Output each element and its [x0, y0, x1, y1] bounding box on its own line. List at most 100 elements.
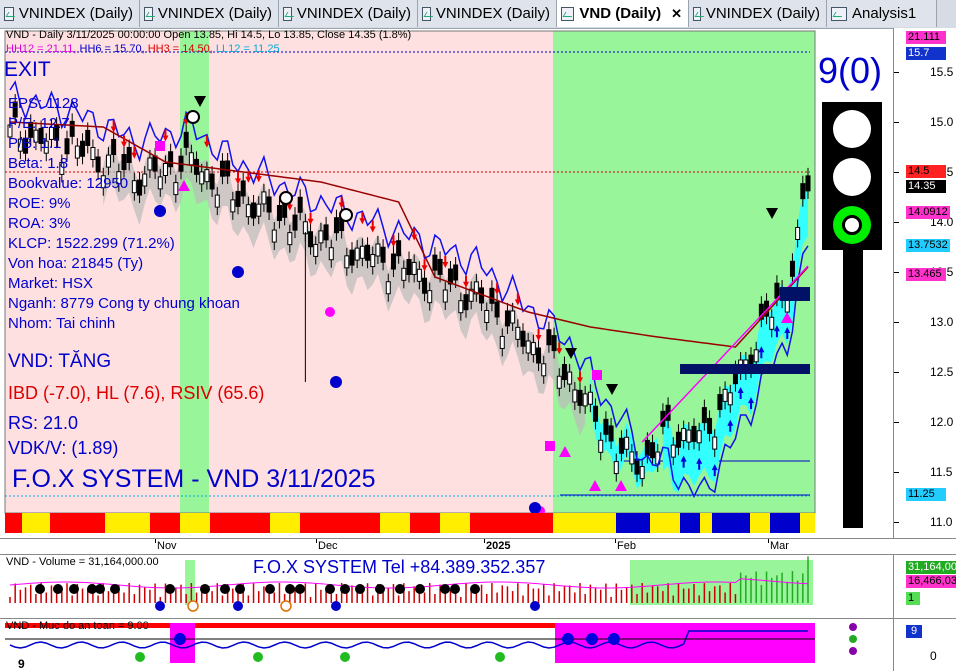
safety-tag: 9	[906, 625, 922, 638]
safety-pane[interactable]: VND - Muc do an toan = 9.00 9	[0, 618, 956, 671]
price-tag: 14.35	[906, 180, 946, 193]
safety-dot	[586, 633, 598, 645]
candle-body	[411, 261, 417, 275]
close-icon[interactable]: ✕	[671, 6, 682, 22]
price-tag: 21.111	[906, 31, 946, 44]
date-tick	[615, 539, 616, 543]
exit-label: EXIT	[4, 58, 51, 81]
tel-label: F.O.X SYSTEM Tel +84.389.352.357	[253, 557, 546, 577]
volume-pane[interactable]: VND - Volume = 31,164,000.00 F.O.X SYSTE…	[0, 554, 956, 619]
candle-body	[629, 451, 635, 465]
candle-body	[691, 425, 697, 442]
candle-body	[608, 425, 614, 442]
volume-dot	[355, 584, 365, 594]
price-pane[interactable]: VND - Daily 3/11/2025 00:00:00 Open 13.8…	[0, 28, 956, 538]
candle-body	[530, 342, 536, 356]
candle-body	[499, 335, 505, 349]
safety-axis-zero: 0	[930, 649, 937, 663]
traffic-light	[822, 102, 882, 250]
candle-body	[432, 254, 438, 271]
info-circle	[530, 601, 540, 611]
candle-body	[515, 326, 521, 340]
candle-body	[416, 268, 422, 282]
candle-body	[696, 430, 702, 444]
volume-tag: 16,466,03	[906, 575, 956, 588]
chart-icon	[4, 6, 14, 21]
tab-3[interactable]: VNINDEX (Daily)	[418, 0, 557, 27]
candle-body	[722, 388, 728, 402]
safety-axis[interactable]: 90	[893, 618, 956, 671]
vdk-label: VDK/V: (1.89)	[8, 438, 119, 458]
candle-body	[546, 329, 552, 346]
candle-body	[795, 226, 801, 240]
candle-body	[510, 310, 516, 324]
candle-body	[582, 393, 588, 407]
trend-strip-segment	[300, 513, 380, 533]
candle-body	[442, 289, 448, 303]
volume-dot	[110, 584, 120, 594]
safety-left-marker: 9	[18, 657, 25, 671]
candle-body	[349, 249, 355, 266]
candle-body	[789, 260, 795, 277]
trend-strip-segment	[616, 513, 650, 533]
axis-label: 12.0	[930, 415, 954, 429]
candle-body	[634, 458, 640, 475]
price-tag: 13.7532	[906, 239, 950, 252]
axis-label: 15.0	[930, 115, 954, 129]
candle-body	[318, 230, 324, 244]
candle-body	[276, 204, 282, 221]
fundamental-item: P/E: 12.7	[8, 115, 70, 132]
volume-tag: 1	[906, 592, 920, 605]
candle-body	[753, 349, 759, 363]
volume-axis[interactable]: 31,164,00 16,466,03 1	[893, 554, 956, 619]
price-tag: 14.0912	[906, 206, 950, 219]
chart-icon	[831, 6, 847, 21]
chart-icon	[283, 6, 292, 21]
axis-tick	[894, 322, 899, 323]
candle-body	[593, 405, 599, 422]
volume-dot	[415, 584, 425, 594]
candle-body	[302, 221, 308, 235]
trend-strip-segment	[105, 513, 150, 533]
event-circle	[187, 600, 199, 612]
price-tag: 14.5	[906, 165, 946, 178]
candle-body	[266, 196, 272, 213]
safety-dot	[340, 652, 350, 662]
legend-dot	[849, 635, 857, 643]
tab-5[interactable]: VNINDEX (Daily)	[689, 0, 827, 27]
candle-body	[261, 191, 267, 205]
info-circle	[331, 601, 341, 611]
trend-strip-segment	[553, 513, 616, 533]
candle-body	[701, 407, 707, 424]
light-middle	[833, 158, 871, 196]
price-axis[interactable]: 15.515.014.514.013.513.012.512.011.511.0…	[893, 28, 956, 538]
signal-strip	[843, 250, 863, 528]
tab-6[interactable]: Analysis1	[827, 0, 937, 27]
volume-dot	[265, 584, 275, 594]
tab-label: Analysis1	[852, 5, 917, 22]
tab-2[interactable]: VNINDEX (Daily)	[279, 0, 418, 27]
chart-icon	[422, 6, 431, 21]
volume-dot	[340, 584, 350, 594]
trend-strip-segment	[770, 513, 800, 533]
event-circle	[280, 600, 292, 612]
price-tag: 15.7	[906, 47, 946, 60]
candle-body	[644, 439, 650, 456]
rs-label: RS: 21.0	[8, 413, 79, 433]
trend-strip-segment	[210, 513, 270, 533]
candle-body	[401, 267, 407, 281]
candle-body	[556, 375, 562, 389]
month-label: Nov	[157, 540, 177, 552]
tab-label: VNINDEX (Daily)	[157, 5, 272, 22]
volume-dot	[470, 584, 480, 594]
safety-dot	[495, 652, 505, 662]
tab-1[interactable]: VNINDEX (Daily)	[140, 0, 279, 27]
candle-body	[328, 247, 334, 261]
tab-4[interactable]: VND (Daily) ✕	[557, 0, 689, 27]
volume-dot	[440, 584, 450, 594]
candle-body	[484, 309, 490, 323]
candle-body	[707, 417, 713, 434]
axis-tick	[894, 422, 899, 423]
candle-body	[774, 282, 780, 299]
tab-0[interactable]: VNINDEX (Daily)	[0, 0, 140, 27]
